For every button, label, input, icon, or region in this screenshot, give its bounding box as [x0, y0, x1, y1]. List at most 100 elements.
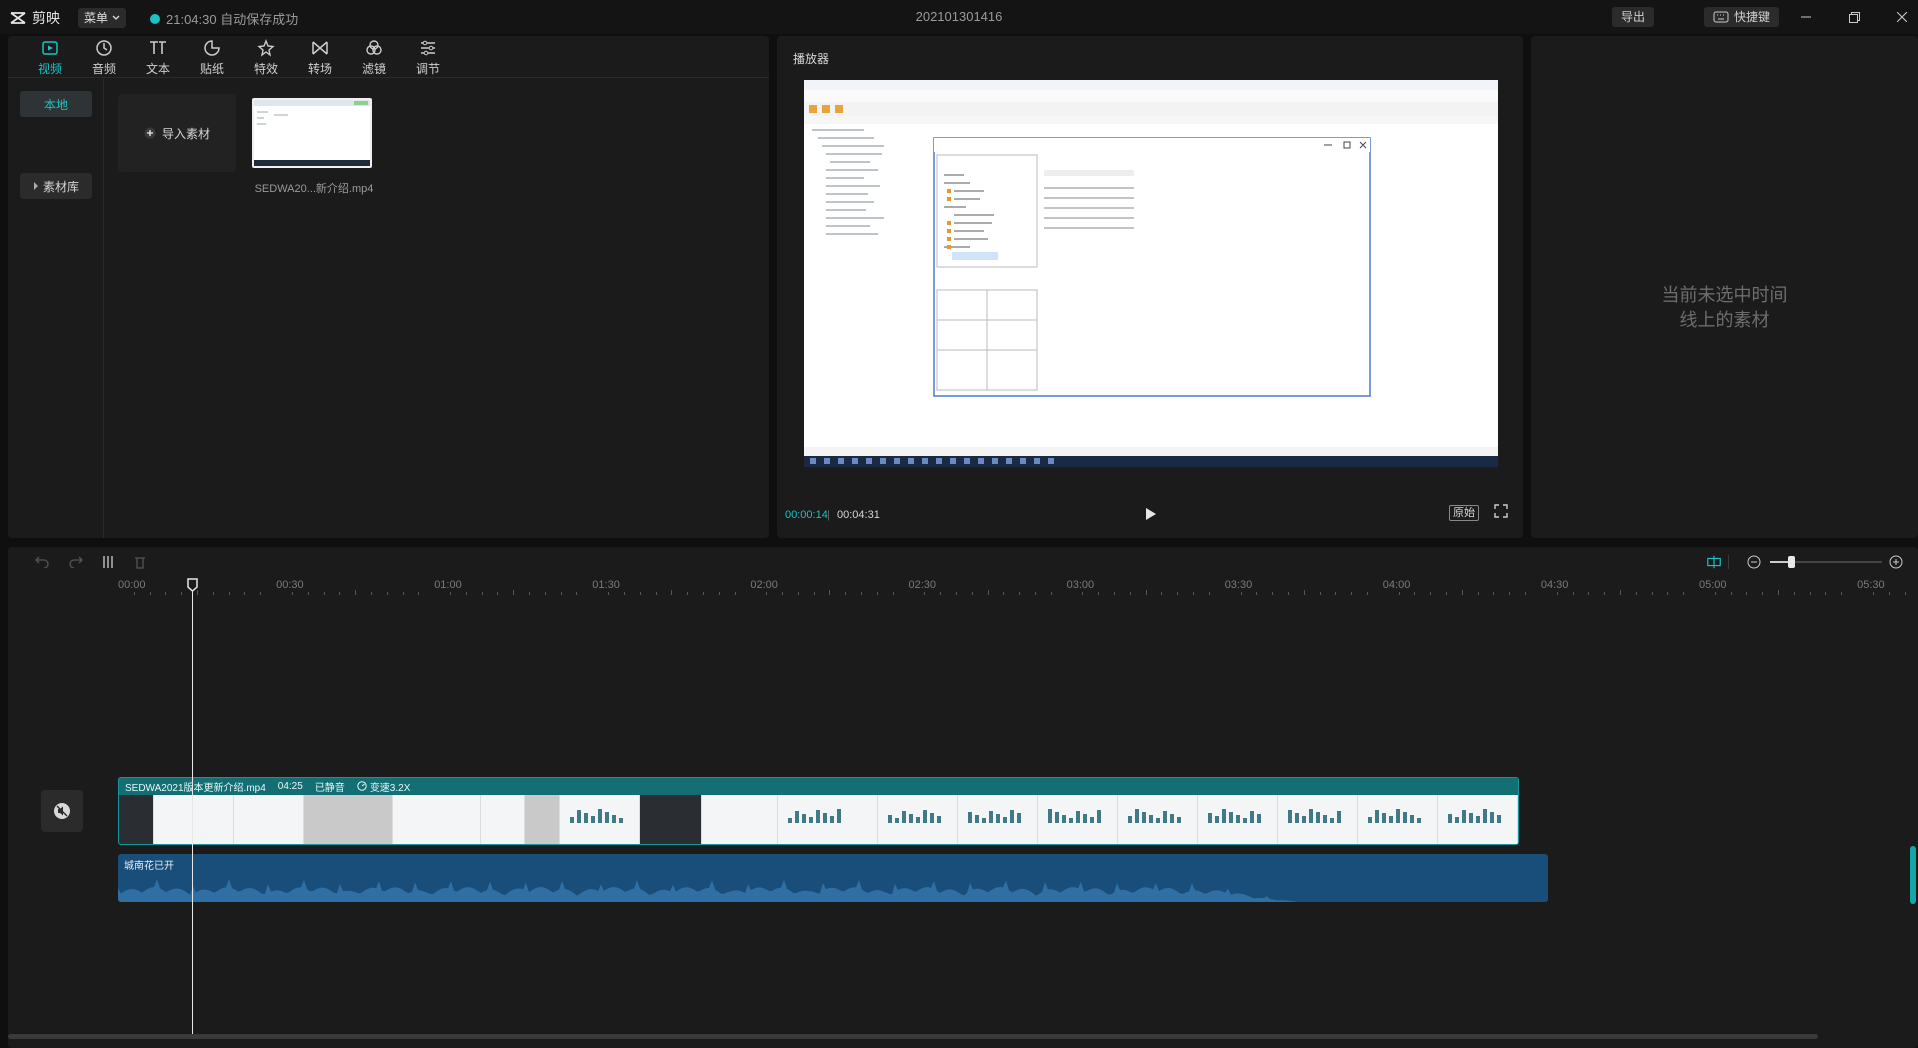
video-icon [42, 41, 58, 55]
restore-button[interactable] [1842, 6, 1866, 28]
check-icon [150, 13, 160, 24]
timeline-panel: 00:00 00:30 01:00 01:30 02:00 02:30 03:00 03:30… [8, 547, 1918, 1048]
trash-icon [135, 557, 145, 569]
audio-clip[interactable]: 城南花已开 [118, 854, 1548, 902]
time-ruler[interactable]: 00:00 00:30 01:00 01:30 02:00 02:30 03:00 03:30… [118, 577, 1918, 601]
split-icon [103, 556, 113, 568]
film-frame [154, 795, 234, 844]
split-button[interactable] [100, 554, 116, 570]
ruler-tick [1778, 590, 1780, 595]
zoom-out-button[interactable] [1746, 554, 1762, 570]
clip-speed-badge: 变速3.2X [357, 779, 410, 794]
frame-chart-image [1368, 809, 1421, 823]
preview-frame-image [804, 80, 1498, 467]
snap-toggle[interactable] [1706, 554, 1722, 570]
media-thumbnail[interactable] [252, 98, 372, 168]
ruler-tick [513, 590, 515, 595]
film-frame [1278, 795, 1358, 844]
tab-transition[interactable]: 转场 [293, 39, 347, 77]
shortcut-button[interactable]: 快捷键 [1704, 7, 1780, 27]
clip-filmstrip [119, 795, 1518, 844]
ruler-tick [1019, 592, 1021, 595]
export-button[interactable]: 导出 [1612, 7, 1655, 27]
zoom-in-button[interactable] [1888, 554, 1904, 570]
adjust-icon [421, 40, 435, 56]
video-preview[interactable] [804, 80, 1498, 467]
import-media-button[interactable]: 导入素材 [118, 94, 236, 172]
undo-button[interactable] [34, 554, 50, 570]
zoom-slider[interactable] [1770, 556, 1882, 568]
zoom-slider-handle[interactable] [1788, 556, 1795, 568]
tab-sticker[interactable]: 贴纸 [185, 39, 239, 77]
ruler-tick [1635, 592, 1637, 595]
app-logo: 剪映 [10, 8, 60, 28]
timeline-vertical-scroll-thumb[interactable] [1910, 846, 1916, 904]
playhead-handle[interactable] [187, 578, 198, 592]
ruler-tick [560, 592, 562, 595]
tab-audio[interactable]: 音频 [77, 39, 131, 77]
ruler-tick [1572, 592, 1574, 595]
track-audio-toggle[interactable] [41, 790, 83, 832]
ruler-tick [307, 592, 309, 595]
play-button[interactable] [1141, 504, 1161, 524]
film-frame [778, 795, 878, 844]
ruler-tick [1272, 592, 1274, 595]
ruler-tick [1351, 592, 1353, 595]
ruler-tick [987, 590, 989, 595]
video-clip[interactable]: SEDWA2021版本更新介绍.mp4 04:25 已静音 变速3.2X [118, 777, 1519, 845]
ruler-tick [1414, 592, 1416, 595]
ruler-tick [244, 592, 246, 595]
keyboard-icon [1713, 11, 1729, 23]
ruler-label: 01:00 [434, 579, 462, 591]
tab-effects[interactable]: 特效 [239, 39, 293, 77]
ruler-tick [876, 592, 878, 595]
time-separator: | [827, 509, 830, 521]
ruler-tick [1825, 592, 1827, 595]
tab-label: 特效 [253, 62, 278, 76]
ruler-tick [1319, 592, 1321, 595]
tab-label: 音频 [91, 62, 116, 76]
ruler-tick [797, 592, 799, 595]
ruler-tick [1082, 592, 1084, 595]
timeline-toolbar [8, 547, 1918, 577]
sidebar-item-library[interactable]: 素材库 [20, 173, 92, 199]
ruler-tick [1746, 592, 1748, 595]
ruler-tick [1193, 592, 1195, 595]
ruler-label: 04:00 [1382, 579, 1411, 591]
minimize-button[interactable] [1794, 6, 1818, 28]
tab-text[interactable]: 文本 [131, 39, 185, 77]
caret-right-icon [33, 182, 38, 190]
ruler-label: 03:30 [1224, 579, 1253, 591]
frame-chart-image [1288, 809, 1341, 823]
ruler-tick [529, 592, 531, 595]
title-bar: 剪映 菜单 21:04:30 自动保存成功 202101301416 导出 快捷… [0, 0, 1918, 34]
sidebar-item-local[interactable]: 本地 [20, 91, 92, 117]
ruler-tick [1667, 592, 1669, 595]
redo-button[interactable] [68, 554, 84, 570]
tab-adjust[interactable]: 调节 [401, 39, 455, 77]
delete-button[interactable] [132, 554, 148, 570]
tab-video[interactable]: 视频 [23, 39, 77, 77]
ruler-tick [370, 592, 372, 595]
ruler-tick [671, 590, 673, 595]
player-panel: 播放器 00:00:14 | 00:04:31 原始 [777, 36, 1523, 538]
ruler-tick [386, 592, 388, 595]
ruler-tick [718, 592, 720, 595]
film-frame [1438, 795, 1518, 844]
close-button[interactable] [1890, 6, 1914, 28]
film-frame [640, 795, 703, 844]
fullscreen-button[interactable] [1494, 504, 1510, 520]
snap-icon [1707, 555, 1721, 569]
original-ratio-button[interactable]: 原始 [1449, 505, 1479, 521]
ruler-label: 00:30 [276, 579, 304, 591]
ruler-tick [450, 592, 451, 595]
media-item-name: SEDWA20...新介绍.mp4 [254, 183, 374, 195]
ruler-tick [1872, 592, 1874, 595]
ruler-tick [734, 592, 736, 595]
ruler-tick [1651, 592, 1653, 595]
timeline-horizontal-scrollbar[interactable] [8, 1034, 1818, 1039]
menu-button[interactable]: 菜单 [78, 8, 127, 28]
playhead[interactable] [192, 587, 193, 1039]
ruler-tick [212, 592, 214, 595]
tab-filter[interactable]: 滤镜 [347, 39, 401, 77]
